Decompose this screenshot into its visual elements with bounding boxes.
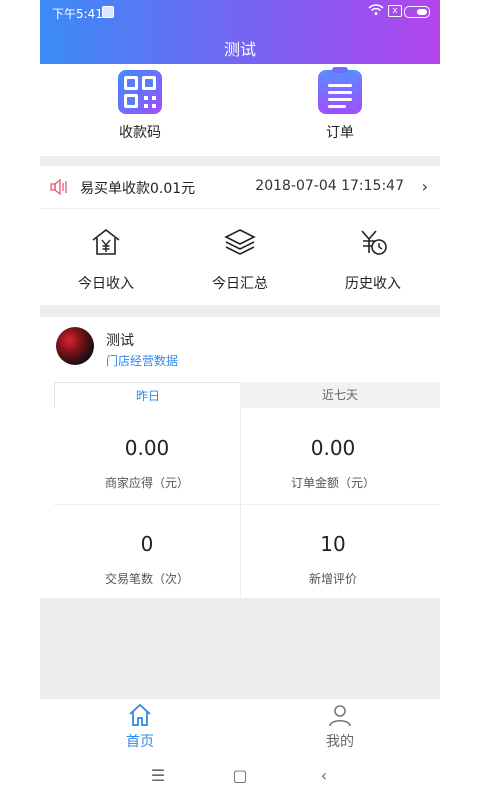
- chevron-right-icon: ›: [421, 177, 428, 196]
- section-divider: [40, 305, 440, 317]
- quick-action-collect-code[interactable]: 收款码: [85, 70, 195, 142]
- top-header: 下午5:41 x 测试: [40, 0, 440, 64]
- shortcut-label: 历史收入: [345, 276, 401, 292]
- tab-yesterday[interactable]: 昨日: [54, 382, 242, 409]
- layers-icon: [224, 229, 256, 255]
- back-icon[interactable]: ‹: [314, 766, 334, 786]
- quick-action-orders[interactable]: 订单: [285, 67, 395, 142]
- metrics-grid: 0.00 商家应得（元） 0.00 订单金额（元） 0 交易笔数（次） 10 新…: [54, 408, 440, 598]
- metric-value: 0: [140, 532, 154, 556]
- battery-icon: [404, 6, 430, 18]
- speaker-icon: [50, 179, 67, 195]
- metric-merchant-due: 0.00 商家应得（元）: [54, 408, 240, 502]
- app-screen: 下午5:41 x 测试 收款码 订单 易买单收款0.01元 2018-07-04…: [40, 0, 440, 800]
- metric-label: 交易笔数（次）: [104, 572, 189, 586]
- user-icon: [329, 705, 351, 727]
- tab-last-seven-days[interactable]: 近七天: [240, 382, 440, 409]
- metric-value: 0.00: [124, 436, 170, 460]
- metric-label: 订单金额（元）: [290, 476, 375, 490]
- order-clipboard-icon: [318, 67, 362, 114]
- payment-notice[interactable]: 易买单收款0.01元 2018-07-04 17:15:47 ›: [40, 166, 440, 209]
- metric-new-reviews: 10 新增评价: [240, 504, 426, 598]
- metric-value: 0.00: [310, 436, 356, 460]
- nav-mine[interactable]: 我的: [280, 703, 400, 751]
- status-time: 下午5:41: [52, 7, 103, 21]
- home-square-icon[interactable]: ▢: [230, 766, 250, 786]
- store-subtitle: 门店经营数据: [106, 354, 179, 368]
- home-icon: [129, 703, 151, 726]
- metric-label: 新增评价: [308, 572, 357, 586]
- shortcut-label: 今日汇总: [212, 276, 268, 292]
- nav-label: 首页: [126, 734, 154, 750]
- store-name: 测试: [106, 333, 134, 349]
- page-title: 测试: [223, 40, 256, 59]
- bottom-nav: 首页 我的: [40, 698, 440, 753]
- notice-timestamp: 2018-07-04 17:15:47: [255, 178, 404, 194]
- status-bar: 下午5:41 x: [40, 0, 440, 24]
- shortcut-history-income[interactable]: 历史收入: [313, 227, 433, 293]
- wifi-icon: [368, 4, 384, 15]
- period-tabs: 昨日 近七天: [54, 382, 440, 409]
- yuan-clock-icon: [361, 230, 387, 255]
- avatar: [56, 327, 94, 365]
- shortcut-today-summary[interactable]: 今日汇总: [180, 227, 300, 293]
- sim-disabled-icon: x: [388, 5, 402, 17]
- metric-order-amount: 0.00 订单金额（元）: [240, 408, 426, 502]
- menu-icon[interactable]: ☰: [148, 766, 168, 786]
- nav-home[interactable]: 首页: [80, 703, 200, 751]
- system-navigation-bar: ☰ ▢ ‹: [0, 752, 480, 800]
- sim-icon: [102, 6, 114, 18]
- section-divider: [40, 156, 440, 166]
- metric-label: 商家应得（元）: [104, 476, 189, 490]
- notice-text: 易买单收款0.01元: [80, 181, 196, 197]
- metric-transaction-count: 0 交易笔数（次）: [54, 504, 240, 598]
- store-header: 测试 门店经营数据: [40, 317, 440, 381]
- metric-value: 10: [320, 532, 346, 556]
- income-shortcuts: 今日收入 今日汇总 历史收入: [40, 209, 440, 305]
- quick-action-label: 订单: [326, 125, 354, 141]
- quick-action-label: 收款码: [119, 125, 161, 141]
- shortcut-label: 今日收入: [78, 276, 134, 292]
- quick-actions: 收款码 订单: [40, 64, 440, 156]
- qr-code-icon: [118, 70, 162, 114]
- nav-label: 我的: [326, 734, 354, 750]
- shortcut-today-income[interactable]: 今日收入: [46, 227, 166, 293]
- home-yuan-icon: [92, 228, 120, 255]
- empty-area: [40, 598, 440, 698]
